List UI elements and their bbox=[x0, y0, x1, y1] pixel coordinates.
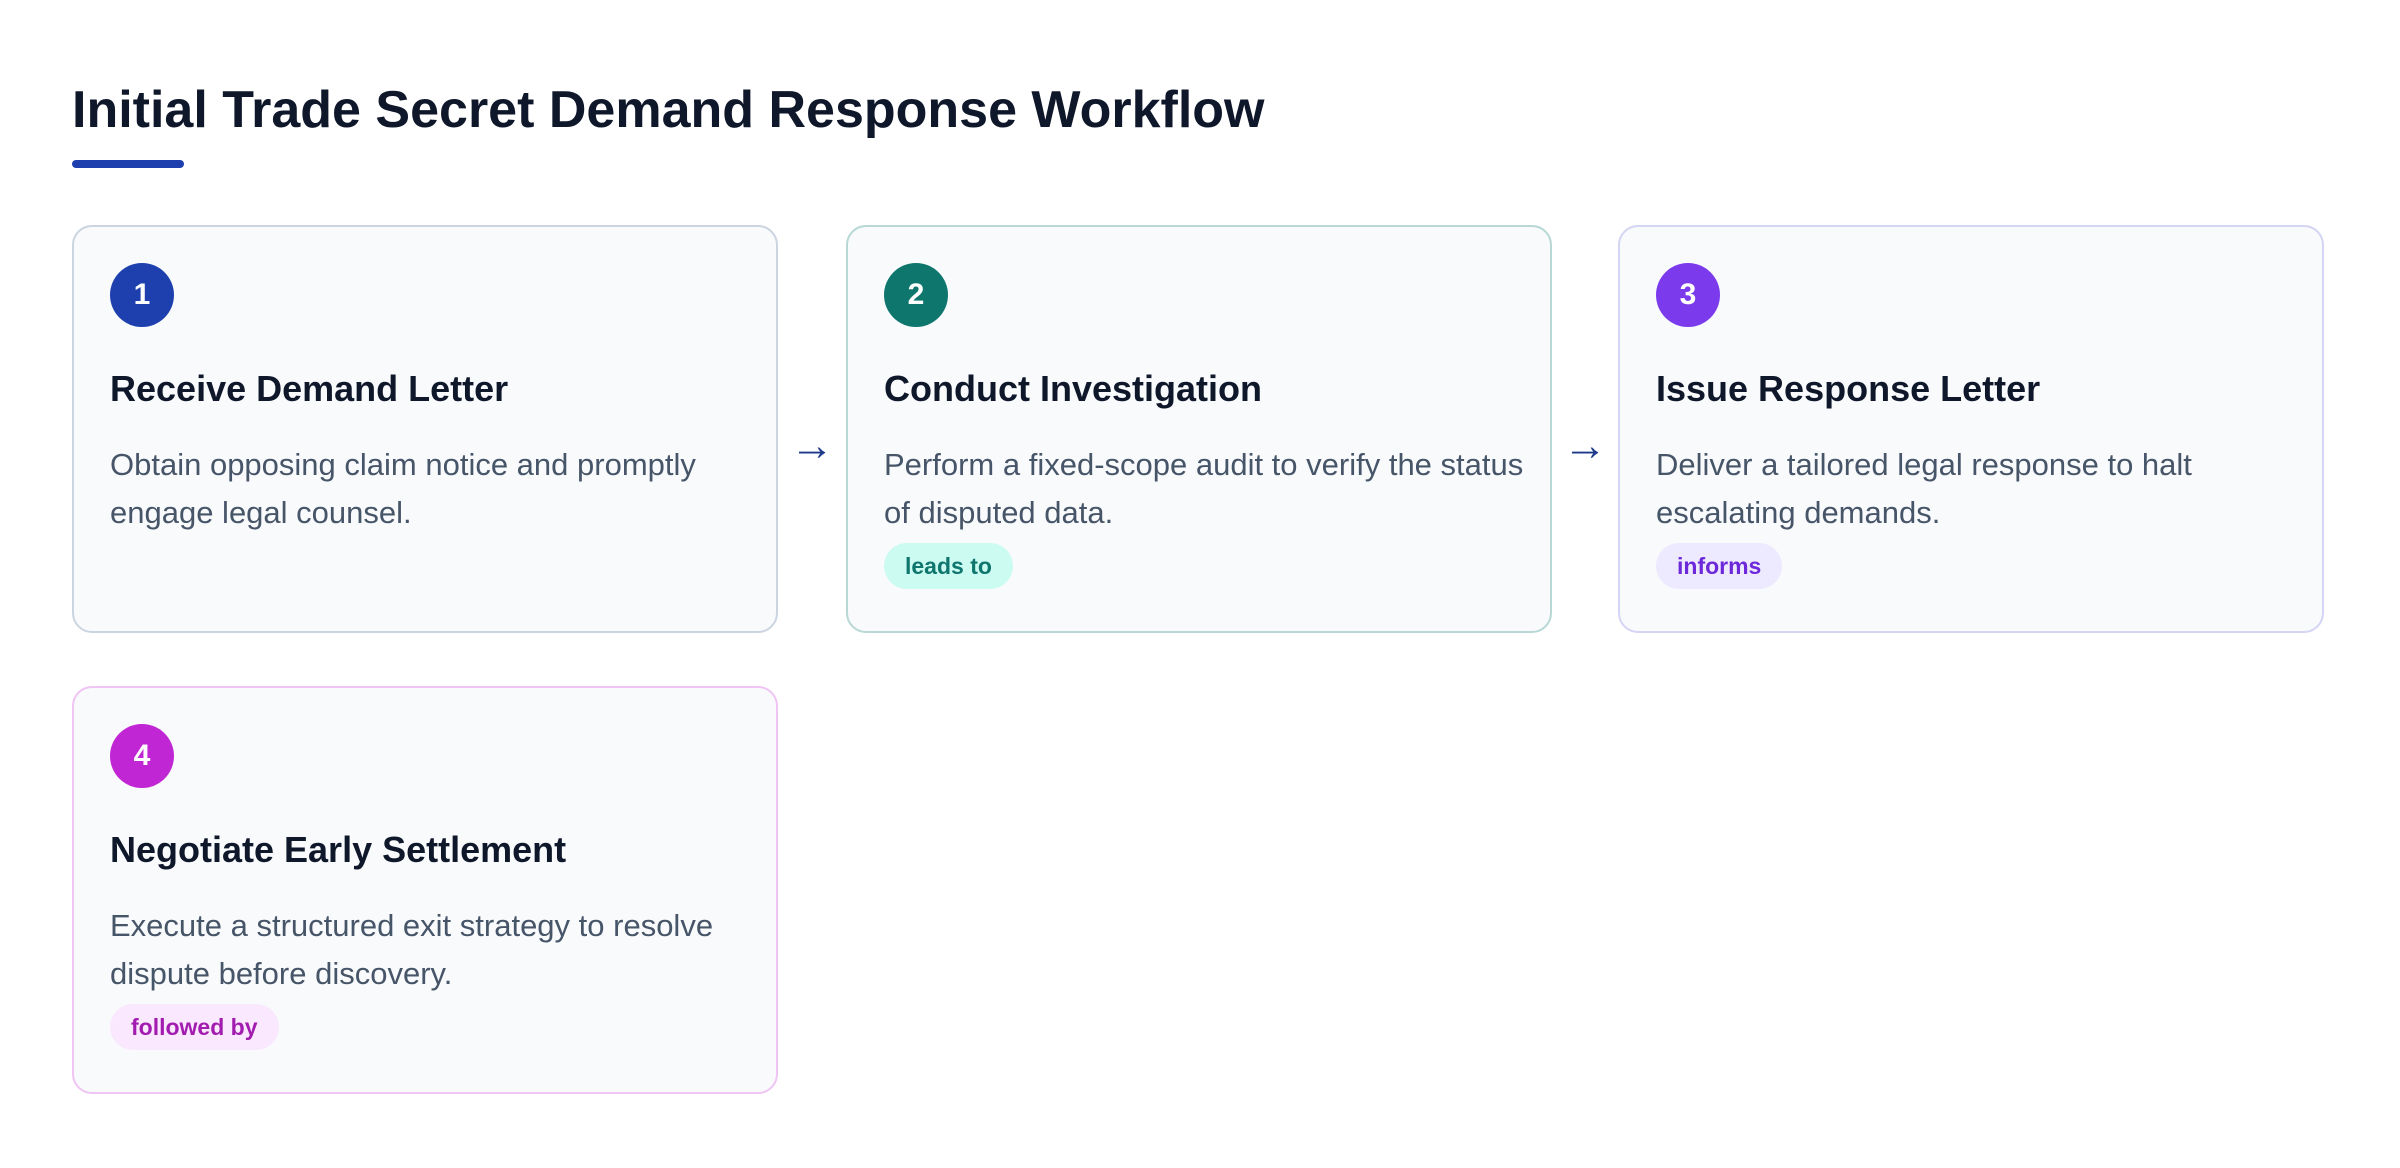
step-description: Perform a fixed-scope audit to verify th… bbox=[884, 447, 1524, 530]
step-title: Conduct Investigation bbox=[884, 368, 1262, 409]
page-title: Initial Trade Secret Demand Response Wor… bbox=[72, 81, 1265, 139]
relation-tag: leads to bbox=[884, 543, 1013, 589]
step-card-3: 3 Issue Response Letter Deliver a tailor… bbox=[1618, 225, 2324, 633]
step-card-2: 2 Conduct Investigation Perform a fixed-… bbox=[846, 225, 1552, 633]
step-description: Obtain opposing claim notice and promptl… bbox=[110, 447, 696, 530]
relation-tag: followed by bbox=[110, 1004, 279, 1050]
arrow-right-icon: → bbox=[1563, 421, 1607, 470]
step-title: Negotiate Early Settlement bbox=[110, 829, 567, 870]
step-title: Receive Demand Letter bbox=[110, 368, 509, 409]
arrow-right-icon: → bbox=[790, 421, 834, 470]
step-number-badge: 1 bbox=[110, 263, 174, 327]
step-description: Execute a structured exit strategy to re… bbox=[110, 908, 714, 991]
step-title: Issue Response Letter bbox=[1656, 368, 2041, 409]
step-description: Deliver a tailored legal response to hal… bbox=[1656, 447, 2192, 530]
step-number-badge: 4 bbox=[110, 724, 174, 788]
step-number-badge: 3 bbox=[1656, 263, 1720, 327]
step-card-4: 4 Negotiate Early Settlement Execute a s… bbox=[72, 686, 778, 1094]
step-number-badge: 2 bbox=[884, 263, 948, 327]
step-card-1: 1 Receive Demand Letter Obtain opposing … bbox=[72, 225, 778, 633]
title-underline bbox=[72, 160, 184, 168]
relation-tag: informs bbox=[1656, 543, 1783, 589]
